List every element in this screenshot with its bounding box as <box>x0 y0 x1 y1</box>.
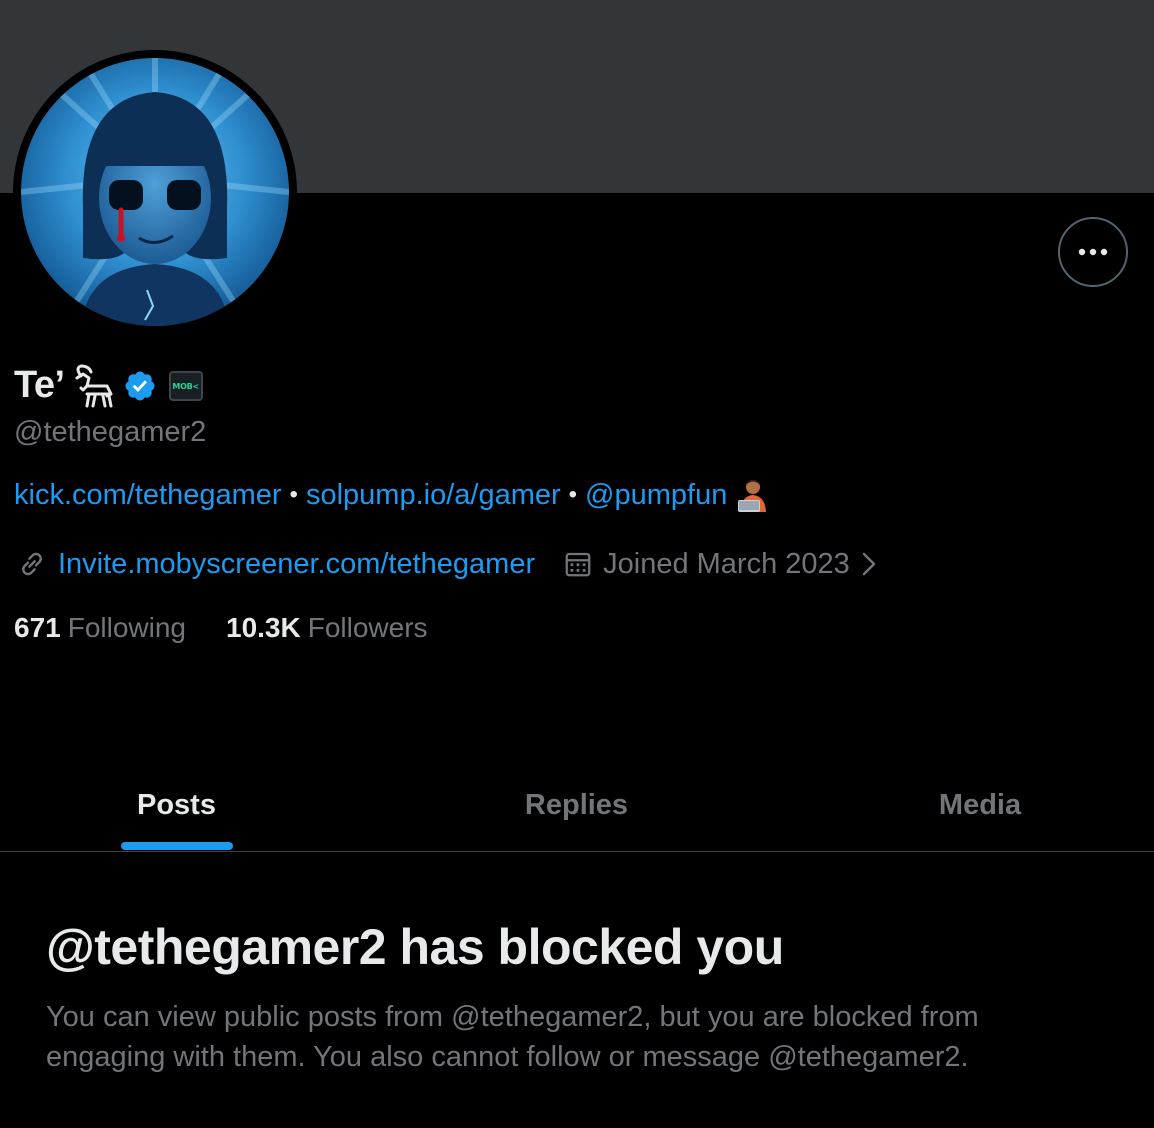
tab-replies[interactable]: Replies <box>400 760 753 851</box>
profile-tabs: Posts Replies Media <box>0 760 1154 852</box>
followers-stat[interactable]: 10.3K Followers <box>226 612 428 644</box>
bio-mention-pumpfun[interactable]: @pumpfun <box>585 479 727 512</box>
goat-icon <box>75 364 113 408</box>
blocked-description: You can view public posts from @tethegam… <box>46 1001 979 1073</box>
followers-count: 10.3K <box>226 612 301 643</box>
following-label: Following <box>67 612 186 643</box>
calendar-icon <box>565 552 591 577</box>
active-tab-indicator <box>121 842 233 850</box>
technologist-emoji-icon <box>735 478 771 512</box>
following-count: 671 <box>14 612 61 643</box>
tab-media[interactable]: Media <box>800 760 1154 851</box>
avatar[interactable] <box>13 50 297 334</box>
chevron-right-icon <box>860 550 878 578</box>
joined-text: Joined March 2023 <box>603 547 850 580</box>
profile-bio: kick.com/tethegamer • solpump.io/a/gamer… <box>14 478 771 512</box>
more-options-button[interactable] <box>1058 217 1128 287</box>
display-name: Te’ <box>14 363 65 406</box>
followers-label: Followers <box>307 612 428 643</box>
website-link[interactable]: Invite.mobyscreener.com/tethegamer <box>58 548 535 581</box>
bio-link-kick[interactable]: kick.com/tethegamer <box>14 479 282 512</box>
bio-link-solpump[interactable]: solpump.io/a/gamer <box>306 479 561 512</box>
profile-handle: @tethegamer2 <box>14 416 207 448</box>
more-horizontal-icon <box>1078 248 1108 256</box>
bio-separator: • <box>568 481 578 508</box>
verified-badge-icon <box>125 371 155 401</box>
bio-separator: • <box>289 481 298 508</box>
link-icon <box>22 552 42 576</box>
name-row: Te’ MOB< <box>14 360 203 410</box>
avatar-image <box>21 58 289 326</box>
affiliate-badge[interactable]: MOB< <box>168 371 203 401</box>
profile-meta: Invite.mobyscreener.com/tethegamer Joine… <box>16 544 878 584</box>
profile-stats: 671 Following 10.3K Followers <box>14 612 428 644</box>
following-stat[interactable]: 671 Following <box>14 612 186 644</box>
tab-posts[interactable]: Posts <box>0 760 353 851</box>
joined-date[interactable]: Joined March 2023 <box>563 548 878 581</box>
blocked-title: @tethegamer2 has blocked you <box>46 919 784 975</box>
